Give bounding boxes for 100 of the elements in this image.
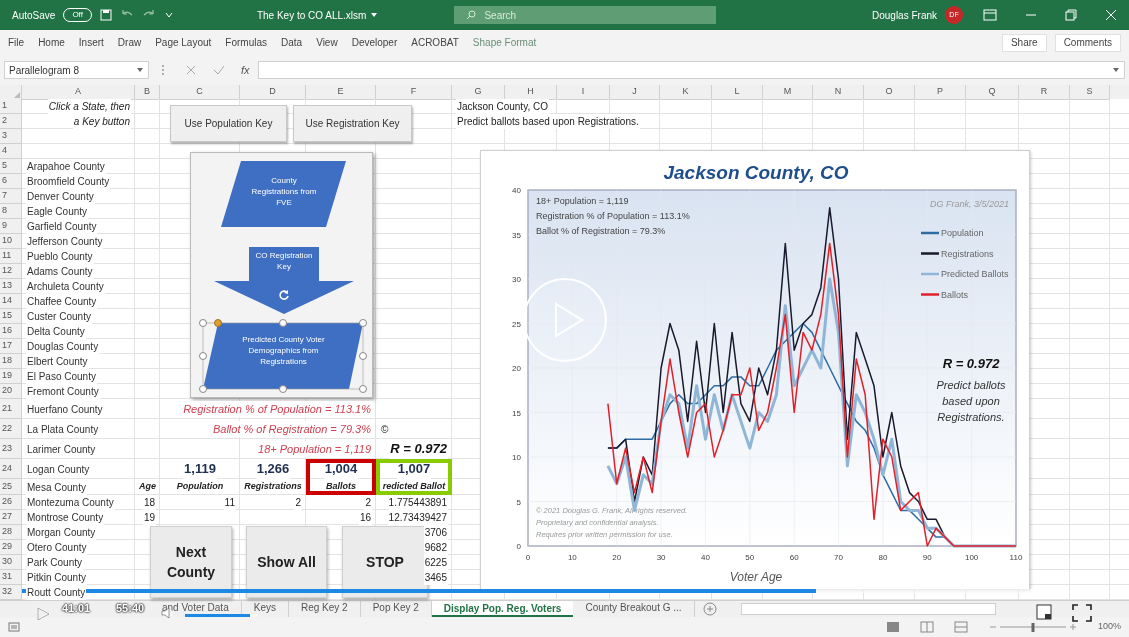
ribbon-tab[interactable]: Draw xyxy=(117,31,142,54)
y-tick-label: 25 xyxy=(512,319,521,329)
ribbon-tab[interactable]: Data xyxy=(281,31,303,54)
key-button[interactable]: Use Population Key xyxy=(170,105,287,142)
row-header[interactable]: 26 xyxy=(0,495,22,510)
restore-icon[interactable] xyxy=(1065,9,1077,21)
county-name: Douglas County xyxy=(26,339,100,354)
ribbon-display-icon[interactable] xyxy=(983,9,997,21)
row-header[interactable]: 13 xyxy=(0,279,22,294)
row-header[interactable]: 15 xyxy=(0,309,22,324)
row-header[interactable]: 25 xyxy=(0,479,22,495)
column-header[interactable]: D xyxy=(240,85,306,100)
cancel-icon[interactable] xyxy=(185,64,197,76)
row-header[interactable]: 16 xyxy=(0,324,22,339)
caret-icon[interactable] xyxy=(370,11,379,19)
row-header[interactable]: 21 xyxy=(0,399,22,419)
row-header[interactable]: 9 xyxy=(0,219,22,234)
row-header[interactable]: 14 xyxy=(0,294,22,309)
save-icon[interactable] xyxy=(99,9,112,21)
action-button[interactable]: Show All xyxy=(246,526,327,598)
row-header[interactable]: 2 xyxy=(0,114,22,129)
row-header[interactable]: 5 xyxy=(0,159,22,174)
row-header[interactable]: 22 xyxy=(0,419,22,439)
county-name: Arapahoe County xyxy=(26,159,106,174)
ribbon-tab[interactable]: Shape Format xyxy=(472,31,537,54)
play-icon[interactable] xyxy=(35,606,51,622)
ribbon-tab[interactable]: Developer xyxy=(351,31,398,54)
row-header[interactable]: 19 xyxy=(0,369,22,384)
expand-caret-icon[interactable] xyxy=(1112,66,1120,74)
add-sheet-icon[interactable] xyxy=(702,602,717,616)
ribbon-tab[interactable]: Insert xyxy=(78,31,104,54)
row-header[interactable]: 1 xyxy=(0,99,22,114)
row-header[interactable]: 7 xyxy=(0,189,22,204)
macro-record-icon[interactable] xyxy=(8,621,20,633)
search-placeholder: Search xyxy=(484,8,517,23)
row-header[interactable]: 24 xyxy=(0,459,22,479)
name-box[interactable]: Parallelogram 8 xyxy=(4,61,149,79)
column-header[interactable]: O xyxy=(864,85,915,100)
column-header[interactable]: B xyxy=(135,85,160,100)
row-header[interactable]: 4 xyxy=(0,144,22,159)
row-header[interactable]: 27 xyxy=(0,510,22,525)
column-header[interactable]: P xyxy=(915,85,966,100)
horizontal-scrollbar[interactable] xyxy=(740,603,996,615)
column-header[interactable]: M xyxy=(763,85,813,100)
row-header[interactable]: 31 xyxy=(0,570,22,585)
row-header[interactable]: 3 xyxy=(0,129,22,144)
column-header[interactable]: F xyxy=(376,85,452,100)
picture-in-picture-icon[interactable] xyxy=(1036,604,1054,622)
number-cell: 3465 xyxy=(423,570,448,585)
ribbon-tab[interactable]: ACROBAT xyxy=(411,31,459,54)
column-header[interactable]: N xyxy=(813,85,864,100)
row-header[interactable]: 12 xyxy=(0,264,22,279)
column-header[interactable]: C xyxy=(160,85,240,100)
zoom-slider[interactable] xyxy=(987,621,1078,633)
row-header[interactable]: 10 xyxy=(0,234,22,249)
fullscreen-icon[interactable] xyxy=(1072,604,1092,622)
row-header[interactable]: 6 xyxy=(0,174,22,189)
row-header[interactable]: 23 xyxy=(0,439,22,459)
close-icon[interactable] xyxy=(1105,9,1117,21)
ribbon-tab[interactable]: File xyxy=(8,31,25,54)
row-header[interactable]: 30 xyxy=(0,555,22,570)
row-header[interactable]: 32 xyxy=(0,585,22,600)
ribbon-action-button[interactable]: Share xyxy=(1001,33,1047,52)
sheet-tab[interactable]: Display Pop. Reg. Voters xyxy=(431,601,574,617)
row-header[interactable]: 8 xyxy=(0,204,22,219)
row-header[interactable]: 29 xyxy=(0,540,22,555)
column-header[interactable]: E xyxy=(306,85,376,100)
zoom-level[interactable]: 100% xyxy=(1097,620,1121,634)
page-break-view-icon[interactable] xyxy=(953,621,968,633)
formula-input[interactable] xyxy=(257,61,1125,79)
row-header[interactable]: 28 xyxy=(0,525,22,540)
row-header[interactable]: 20 xyxy=(0,384,22,399)
normal-view-icon[interactable] xyxy=(885,621,900,633)
ribbon-action-button[interactable]: Comments xyxy=(1054,33,1121,52)
action-button[interactable]: Next County xyxy=(150,526,232,598)
caret-icon[interactable] xyxy=(136,66,144,74)
x-tick-label: 110 xyxy=(1009,553,1023,562)
chart-note: Predict ballots based upon Registrations. xyxy=(935,378,1007,425)
autosave-label: AutoSave xyxy=(12,8,56,23)
insert-function-button[interactable]: fx xyxy=(241,61,250,79)
key-button[interactable]: Use Registration Key xyxy=(293,105,412,142)
page-layout-view-icon[interactable] xyxy=(919,621,934,633)
column-header[interactable]: L xyxy=(712,85,763,100)
column-header[interactable]: S xyxy=(1070,85,1110,100)
ribbon-tab[interactable]: Formulas xyxy=(225,31,268,54)
enter-icon[interactable] xyxy=(213,64,225,76)
ribbon-tab[interactable]: Home xyxy=(38,31,65,54)
row-header[interactable]: 17 xyxy=(0,339,22,354)
ribbon-tab[interactable]: Page Layout xyxy=(155,31,212,54)
column-header[interactable]: R xyxy=(1019,85,1070,100)
column-header[interactable]: I xyxy=(557,85,610,100)
column-header[interactable]: Q xyxy=(966,85,1019,100)
column-header[interactable]: K xyxy=(660,85,712,100)
ribbon-tab[interactable]: View xyxy=(316,31,338,54)
row-header[interactable]: 18 xyxy=(0,354,22,369)
rotate-handle-icon[interactable] xyxy=(278,289,290,301)
row-header[interactable]: 11 xyxy=(0,249,22,264)
customize-caret-icon[interactable] xyxy=(163,10,174,20)
column-header[interactable]: J xyxy=(610,85,660,100)
x-axis-title: Voter Age xyxy=(729,570,783,584)
